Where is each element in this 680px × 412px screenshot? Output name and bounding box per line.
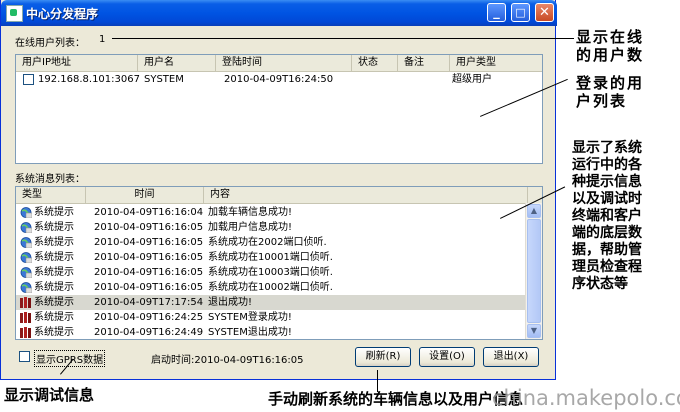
annotation-debug: 显示调试信息	[4, 386, 95, 404]
scroll-up-button[interactable]: ▲	[527, 204, 541, 218]
start-time: 启动时间:2010-04-09T16:16:05	[151, 355, 304, 366]
message-type: 系统提示	[34, 237, 74, 248]
globe-info-icon	[20, 237, 33, 249]
messages-header: 类型 时间 内容	[16, 187, 542, 204]
user-name: SYSTEM	[144, 74, 184, 85]
globe-info-icon	[20, 222, 33, 234]
globe-info-icon	[20, 267, 33, 279]
books-icon	[20, 312, 32, 323]
message-time: 2010-04-09T16:16:05	[94, 252, 204, 263]
online-users-header: 用户IP地址 用户名 登陆时间 状态 备注 用户类型	[16, 55, 542, 72]
column-header-note[interactable]: 备注	[398, 55, 450, 71]
message-type: 系统提示	[34, 327, 74, 338]
list-item[interactable]: 系统提示 2010-04-09T16:16:05 加载用户信息成功!	[16, 220, 526, 235]
annotation-refresh: 手动刷新系统的车辆信息以及用户信息	[268, 390, 524, 408]
message-type: 系统提示	[34, 207, 74, 218]
user-ip: 192.168.8.101:3067	[38, 74, 140, 85]
message-content: 系统成功在10001端口侦听.	[208, 252, 333, 263]
column-header-ip[interactable]: 用户IP地址	[16, 55, 138, 71]
debug-checkbox-label[interactable]: 显示GPRS数据	[34, 350, 106, 367]
message-time: 2010-04-09T16:16:05	[94, 237, 204, 248]
list-item[interactable]: 系统提示 2010-04-09T16:16:04 加载车辆信息成功!	[16, 205, 526, 220]
message-time: 2010-04-09T16:16:05	[94, 222, 204, 233]
column-header-time[interactable]: 时间	[86, 187, 204, 203]
column-header-content[interactable]: 内容	[204, 187, 528, 203]
row-checkbox[interactable]	[23, 74, 34, 85]
maximize-icon: □	[515, 6, 526, 19]
message-time: 2010-04-09T16:16:05	[94, 267, 204, 278]
messages-scrollbar[interactable]: ▲ ▼	[525, 203, 542, 339]
minimize-icon: _	[493, 5, 500, 20]
user-login-time: 2010-04-09T16:24:50	[224, 74, 334, 85]
message-content: 系统成功在10003端口侦听.	[208, 267, 333, 278]
messages-label: 系统消息列表：	[15, 174, 85, 185]
annotation-line-online-count	[112, 38, 574, 39]
list-item[interactable]: 系统提示 2010-04-09T16:16:05 系统成功在10001端口侦听.	[16, 250, 526, 265]
debug-checkbox[interactable]	[19, 351, 30, 362]
message-time: 2010-04-09T17:17:54	[94, 297, 204, 308]
column-header-login-time[interactable]: 登陆时间	[216, 55, 352, 71]
message-type: 系统提示	[34, 282, 74, 293]
message-type: 系统提示	[34, 312, 74, 323]
message-content: SYSTEM退出成功!	[208, 327, 292, 338]
message-time: 2010-04-09T16:24:25	[94, 312, 204, 323]
annotation-online-count: 显示在线 的用户数	[576, 28, 645, 64]
annotation-line-refresh	[377, 370, 378, 392]
message-content: 退出成功!	[208, 297, 253, 308]
maximize-button[interactable]: □	[511, 3, 530, 22]
close-icon: ✕	[539, 5, 550, 20]
app-icon	[6, 5, 23, 22]
message-content: 加载车辆信息成功!	[208, 207, 293, 218]
scroll-down-button[interactable]: ▼	[527, 324, 541, 338]
column-header-user-type[interactable]: 用户类型	[450, 55, 542, 71]
online-users-list[interactable]: 用户IP地址 用户名 登陆时间 状态 备注 用户类型 192.168.8.101…	[15, 54, 543, 164]
books-icon	[20, 297, 32, 308]
user-type: 超级用户	[452, 74, 492, 85]
message-time: 2010-04-09T16:24:49	[94, 327, 204, 338]
message-type: 系统提示	[34, 252, 74, 263]
minimize-button[interactable]: _	[487, 3, 506, 22]
books-icon	[20, 327, 32, 338]
scroll-thumb[interactable]	[527, 219, 541, 323]
column-header-type[interactable]: 类型	[16, 187, 86, 203]
online-users-label: 在线用户列表：	[15, 38, 85, 49]
table-row[interactable]: 192.168.8.101:3067 SYSTEM 2010-04-09T16:…	[16, 72, 542, 87]
list-item[interactable]: 系统提示 2010-04-09T16:16:05 系统成功在2002端口侦听.	[16, 235, 526, 250]
message-content: 加载用户信息成功!	[208, 222, 293, 233]
annotation-user-list: 登录的用 户列表	[576, 74, 645, 110]
list-item[interactable]: 系统提示 2010-04-09T16:16:05 系统成功在10003端口侦听.	[16, 265, 526, 280]
globe-info-icon	[20, 207, 33, 219]
globe-info-icon	[20, 282, 33, 294]
list-item[interactable]: 系统提示 2010-04-09T16:24:25 SYSTEM登录成功!	[16, 310, 526, 325]
list-item[interactable]: 系统提示 2010-04-09T17:17:54 退出成功!	[16, 295, 526, 310]
list-item[interactable]: 系统提示 2010-04-09T16:16:05 系统成功在10002端口侦听.	[16, 280, 526, 295]
message-time: 2010-04-09T16:16:04	[94, 207, 204, 218]
close-button[interactable]: ✕	[535, 3, 554, 22]
app-window: 中心分发程序 _ □ ✕ 在线用户列表： 1 用户IP地址 用户名 登陆时间 状…	[0, 0, 557, 380]
watermark: china.makepolo.com	[492, 386, 680, 410]
message-type: 系统提示	[34, 267, 74, 278]
column-header-username[interactable]: 用户名	[138, 55, 216, 71]
message-content: SYSTEM登录成功!	[208, 312, 292, 323]
messages-list[interactable]: 类型 时间 内容 系统提示 2010-04-09T16:16:04 加载车辆信息成功…	[15, 186, 543, 340]
list-item[interactable]: 系统提示 2010-04-09T16:24:49 SYSTEM退出成功!	[16, 325, 526, 339]
annotation-message-list: 显示了系统 运行中的各 种提示信息 以及调试时 终端和客户 端的底层数 据，帮助…	[572, 140, 642, 292]
message-type: 系统提示	[34, 297, 74, 308]
message-content: 系统成功在2002端口侦听.	[208, 237, 327, 248]
globe-info-icon	[20, 252, 33, 264]
refresh-button[interactable]: 刷新(R)	[355, 347, 411, 367]
settings-button[interactable]: 设置(O)	[419, 347, 475, 367]
exit-button[interactable]: 退出(X)	[483, 347, 539, 367]
window-title: 中心分发程序	[26, 7, 99, 21]
message-time: 2010-04-09T16:16:05	[94, 282, 204, 293]
column-header-status[interactable]: 状态	[352, 55, 398, 71]
message-content: 系统成功在10002端口侦听.	[208, 282, 333, 293]
title-bar[interactable]: 中心分发程序 _ □ ✕	[1, 0, 557, 26]
online-users-count: 1	[99, 34, 106, 45]
message-type: 系统提示	[34, 222, 74, 233]
